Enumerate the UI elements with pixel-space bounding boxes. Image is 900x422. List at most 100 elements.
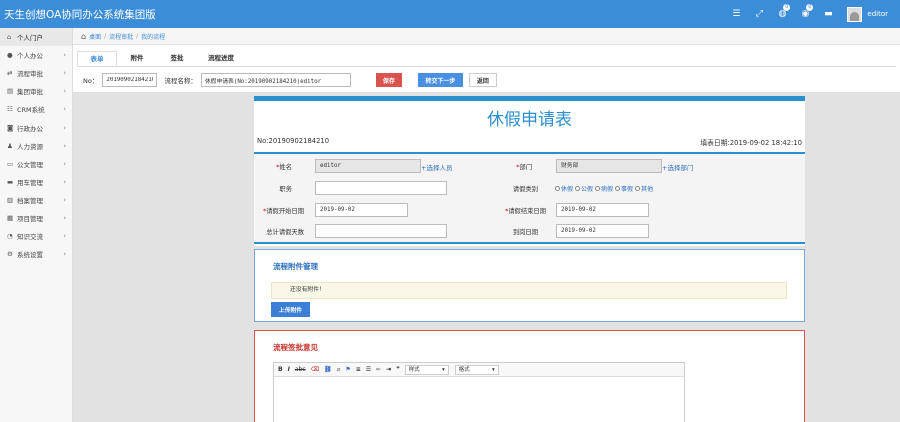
strikethrough-icon[interactable]: abc: [295, 366, 306, 373]
sidebar-item-label: 个人办公: [17, 52, 43, 61]
notice-badge: 0: [806, 4, 814, 11]
flow-name-input[interactable]: [200, 73, 351, 87]
home-icon: ⌂: [7, 33, 12, 42]
form-date: 填表日期:2019-09-02 18:42:10: [700, 139, 802, 147]
chat-icon[interactable]: ◍ 0: [772, 0, 792, 28]
content-area[interactable]: 休假申请表 No:20190902184210 填表日期:2019-09-02 …: [73, 92, 900, 422]
flag-icon[interactable]: ⚑: [345, 366, 350, 373]
leave-type-option[interactable]: 病假: [595, 184, 613, 193]
upload-attachment-button[interactable]: 上传附件: [271, 302, 310, 317]
sidebar-item-admin[interactable]: ◙ 行政办公 ›: [0, 118, 72, 136]
home-icon: ⌂: [81, 31, 87, 41]
select-person-link[interactable]: +选择人员: [421, 162, 452, 172]
breadcrumb-item[interactable]: 桌面: [89, 32, 101, 41]
end-date-label: *请假结束日期: [505, 208, 546, 215]
leave-type-option[interactable]: 休假: [555, 184, 573, 193]
chevron-right-icon: ›: [63, 213, 66, 222]
dept-field[interactable]: 财务部: [556, 159, 662, 173]
sidebar-item-crm[interactable]: ☷ CRM系统 ›: [0, 100, 72, 118]
ordered-list-icon[interactable]: ≡: [356, 366, 361, 373]
outdent-icon[interactable]: ⇤: [376, 366, 381, 373]
sidebar-item-car[interactable]: ▬ 用车管理 ›: [0, 173, 72, 191]
style-select[interactable]: 样式 ▾: [404, 364, 449, 375]
back-button[interactable]: 返回: [468, 73, 497, 87]
menu-icon[interactable]: ☰: [726, 0, 746, 28]
next-step-button[interactable]: 转交下一步: [417, 73, 463, 87]
leave-type-option[interactable]: 事假: [615, 184, 633, 193]
unordered-list-icon[interactable]: ☰: [366, 366, 371, 373]
sidebar-item-personal[interactable]: ● 个人办公 ›: [0, 46, 72, 64]
bold-icon[interactable]: B: [278, 366, 283, 373]
attachments-title: 流程附件管理: [273, 262, 318, 271]
sidebar-item-group[interactable]: ▤ 集团审批 ›: [0, 82, 72, 100]
notice-icon[interactable]: ◉ 0: [795, 0, 815, 28]
flow-name-label: 流程名称：: [164, 77, 197, 85]
total-days-field[interactable]: [315, 224, 447, 238]
rich-text-editor[interactable]: B I abc ⌫ ⛓ ⌀ ⚑ ≡ ☰ ⇤ ⇥ ❞ 样式 ▾ 格式 ▾: [273, 362, 685, 422]
return-date-field[interactable]: 2019-09-02: [556, 224, 649, 238]
leave-type-option[interactable]: 其他: [635, 184, 653, 193]
end-date-field[interactable]: 2019-09-02: [556, 203, 649, 217]
form-title: 休假申请表: [487, 110, 572, 130]
quote-icon[interactable]: ❞: [396, 366, 400, 373]
chevron-right-icon: ›: [63, 195, 66, 204]
flow-no-input[interactable]: [102, 73, 158, 87]
italic-icon[interactable]: I: [288, 366, 290, 373]
chat-badge: 0: [783, 4, 791, 11]
form-number: No:20190902184210: [257, 137, 330, 145]
flow-icon: ⇄: [7, 69, 13, 78]
avatar[interactable]: [847, 6, 863, 22]
sidebar-item-label: 公文管理: [17, 160, 43, 169]
sidebar-item-hr[interactable]: ♟ 人力资源 ›: [0, 137, 72, 155]
sidebar-item-project[interactable]: ▦ 项目管理 ›: [0, 209, 72, 227]
username[interactable]: editor: [867, 10, 888, 18]
sidebar-item-label: 项目管理: [17, 214, 43, 223]
format-select[interactable]: 格式 ▾: [454, 364, 499, 375]
dept-label: *部门: [516, 164, 532, 171]
leave-type-radios: 休假 公假 病假 事假 其他: [555, 184, 655, 193]
name-field[interactable]: editor: [315, 159, 421, 173]
sidebar-item-flow[interactable]: ⇄ 流程审批 ›: [0, 64, 72, 82]
radio-icon: [555, 186, 560, 191]
breadcrumb-item[interactable]: 我的流程: [141, 32, 165, 41]
message-icon[interactable]: ▬: [818, 0, 838, 28]
chevron-right-icon: ›: [63, 159, 66, 168]
sidebar-item-knowledge[interactable]: ◔ 知识交流 ›: [0, 227, 72, 245]
start-date-field[interactable]: 2019-09-02: [315, 203, 408, 217]
tab-attachments[interactable]: 附件: [117, 51, 157, 66]
link-icon[interactable]: ⛓: [324, 366, 332, 373]
chevron-right-icon: ›: [63, 177, 66, 186]
header-actions: ☰ ⤢ ◍ 0 ◉ 0 ▬ editor: [726, 0, 900, 28]
radio-icon: [635, 186, 641, 191]
leave-type-option[interactable]: 公假: [575, 184, 593, 193]
clear-format-icon[interactable]: ⌫: [311, 366, 319, 373]
chevron-right-icon: ›: [63, 141, 66, 150]
sidebar-item-settings[interactable]: ⚙ 系统设置 ›: [0, 245, 72, 263]
sidebar-item-docs[interactable]: ▭ 公文管理 ›: [0, 155, 72, 173]
sidebar-item-archive[interactable]: ▥ 档案管理 ›: [0, 191, 72, 209]
breadcrumb-separator: /: [104, 32, 107, 40]
breadcrumb-item[interactable]: 流程审批: [109, 32, 133, 41]
crm-icon: ☷: [7, 105, 13, 114]
name-label: *姓名: [276, 164, 292, 171]
radio-icon: [615, 186, 621, 191]
tab-progress[interactable]: 流程进度: [197, 51, 245, 66]
sidebar-item-label: 个人门户: [17, 34, 43, 43]
tab-approval[interactable]: 签批: [157, 51, 197, 66]
leave-type-label: 请假类别: [512, 186, 538, 193]
position-field[interactable]: [315, 181, 447, 195]
indent-icon[interactable]: ⇥: [386, 366, 391, 373]
sidebar-item-label: 知识交流: [17, 233, 43, 242]
sidebar-item-label: 集团审批: [17, 88, 43, 97]
fullscreen-icon[interactable]: ⤢: [749, 0, 769, 28]
unlink-icon[interactable]: ⌀: [337, 366, 341, 373]
save-button[interactable]: 保存: [375, 73, 402, 87]
radio-icon: [595, 186, 601, 191]
return-date-label: 到岗日期: [512, 229, 538, 236]
tab-form[interactable]: 表单: [77, 51, 117, 66]
chevron-down-icon: ▾: [441, 366, 445, 373]
sidebar-item-portal[interactable]: ⌂ 个人门户: [0, 28, 72, 47]
sidebar-item-label: 行政办公: [17, 124, 43, 133]
select-dept-link[interactable]: +选择部门: [662, 162, 693, 172]
chevron-right-icon: ›: [63, 250, 66, 259]
